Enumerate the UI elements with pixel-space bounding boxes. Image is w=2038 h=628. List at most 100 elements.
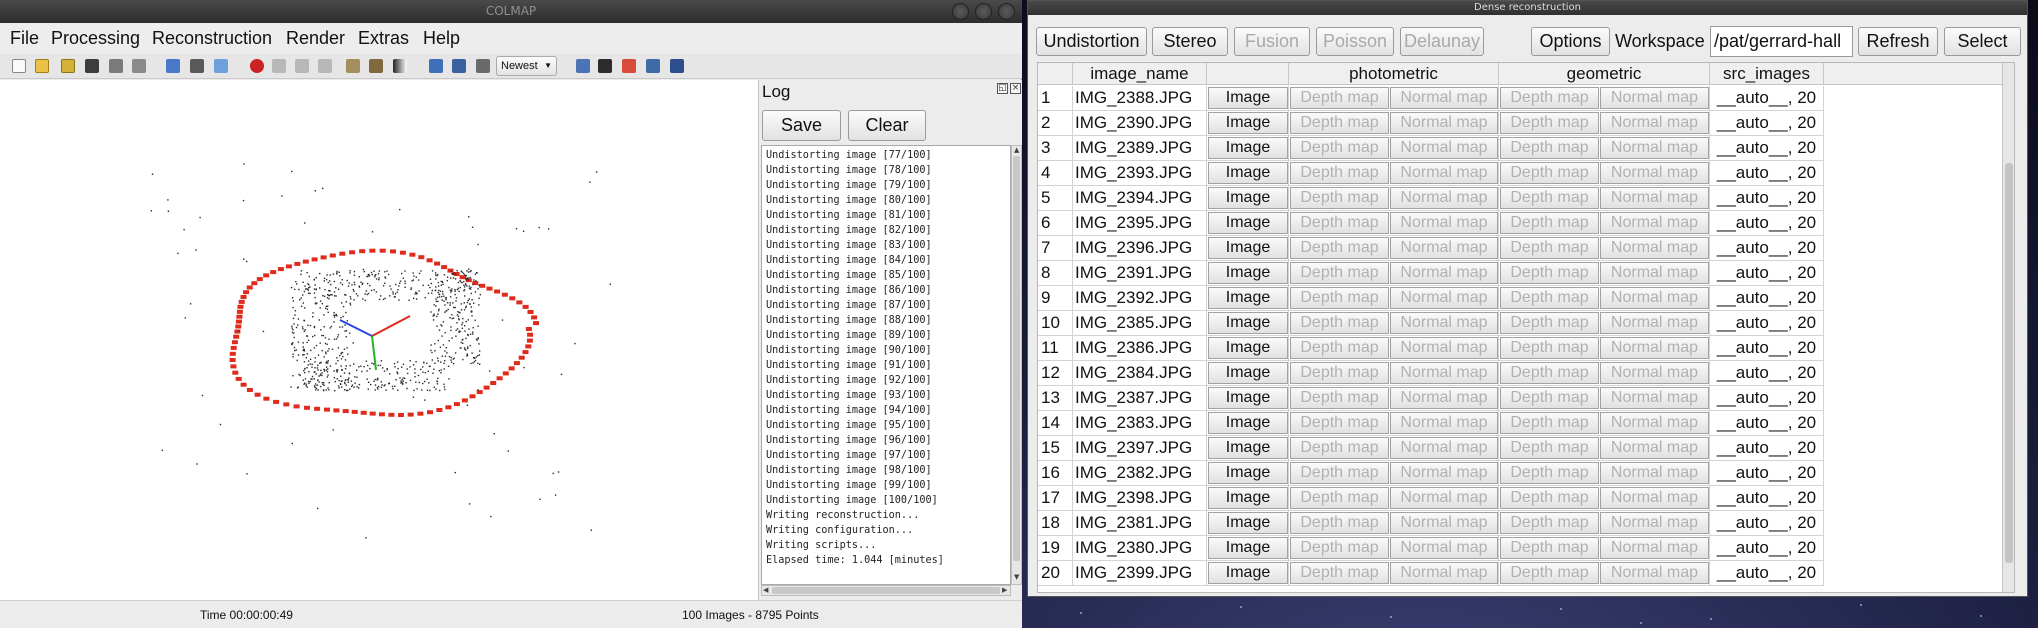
log-save-button[interactable]: Save	[762, 110, 841, 141]
geometric-depth-map-button[interactable]: Depth map	[1500, 312, 1599, 334]
match-matrix-icon[interactable]	[598, 59, 612, 73]
geometric-normal-map-button[interactable]: Normal map	[1600, 237, 1709, 259]
photometric-normal-map-button[interactable]: Normal map	[1390, 237, 1498, 259]
photometric-normal-map-button[interactable]: Normal map	[1390, 87, 1498, 109]
image-button[interactable]: Image	[1208, 112, 1288, 134]
geometric-depth-map-button[interactable]: Depth map	[1500, 362, 1599, 384]
reset-icon[interactable]	[346, 59, 360, 73]
photometric-normal-map-button[interactable]: Normal map	[1390, 387, 1498, 409]
image-button[interactable]: Image	[1208, 362, 1288, 384]
geometric-depth-map-button[interactable]: Depth map	[1500, 262, 1599, 284]
import-icon[interactable]	[109, 59, 123, 73]
log-clear-button[interactable]: Clear	[848, 110, 926, 141]
stereo-button[interactable]: Stereo	[1152, 27, 1228, 56]
geometric-normal-map-button[interactable]: Normal map	[1600, 112, 1709, 134]
geometric-depth-map-button[interactable]: Depth map	[1500, 87, 1599, 109]
menu-extras[interactable]: Extras	[358, 28, 409, 49]
photometric-depth-map-button[interactable]: Depth map	[1290, 112, 1389, 134]
poisson-button[interactable]: Poisson	[1316, 27, 1394, 56]
play-icon[interactable]	[272, 59, 286, 73]
log-text-area[interactable]: Undistorting image [77/100] Undistorting …	[761, 145, 1011, 585]
geometric-normal-map-button[interactable]: Normal map	[1600, 362, 1709, 384]
image-button[interactable]: Image	[1208, 537, 1288, 559]
close-window-icon[interactable]	[998, 3, 1015, 20]
bundle-adjust-icon[interactable]	[369, 59, 383, 73]
image-button[interactable]: Image	[1208, 562, 1288, 584]
photometric-depth-map-button[interactable]: Depth map	[1290, 212, 1389, 234]
photometric-normal-map-button[interactable]: Normal map	[1390, 212, 1498, 234]
photometric-depth-map-button[interactable]: Depth map	[1290, 287, 1389, 309]
feature-extraction-icon[interactable]	[166, 59, 180, 73]
image-button[interactable]: Image	[1208, 312, 1288, 334]
geometric-normal-map-button[interactable]: Normal map	[1600, 137, 1709, 159]
geometric-depth-map-button[interactable]: Depth map	[1500, 112, 1599, 134]
photometric-normal-map-button[interactable]: Normal map	[1390, 562, 1498, 584]
scrollbar-thumb[interactable]	[772, 587, 1000, 594]
photometric-depth-map-button[interactable]: Depth map	[1290, 562, 1389, 584]
geometric-depth-map-button[interactable]: Depth map	[1500, 437, 1599, 459]
geometric-normal-map-button[interactable]: Normal map	[1600, 537, 1709, 559]
photometric-depth-map-button[interactable]: Depth map	[1290, 487, 1389, 509]
photometric-depth-map-button[interactable]: Depth map	[1290, 537, 1389, 559]
geometric-normal-map-button[interactable]: Normal map	[1600, 512, 1709, 534]
export-icon[interactable]	[132, 59, 146, 73]
photometric-normal-map-button[interactable]: Normal map	[1390, 287, 1498, 309]
photometric-depth-map-button[interactable]: Depth map	[1290, 262, 1389, 284]
geometric-normal-map-button[interactable]: Normal map	[1600, 562, 1709, 584]
image-button[interactable]: Image	[1208, 237, 1288, 259]
geometric-normal-map-button[interactable]: Normal map	[1600, 162, 1709, 184]
geometric-depth-map-button[interactable]: Depth map	[1500, 462, 1599, 484]
geometric-normal-map-button[interactable]: Normal map	[1600, 487, 1709, 509]
window-icon[interactable]	[670, 59, 684, 73]
photometric-depth-map-button[interactable]: Depth map	[1290, 137, 1389, 159]
image-button[interactable]: Image	[1208, 162, 1288, 184]
photometric-normal-map-button[interactable]: Normal map	[1390, 137, 1498, 159]
maximize-window-icon[interactable]	[975, 3, 992, 20]
image-button[interactable]: Image	[1208, 437, 1288, 459]
geometric-normal-map-button[interactable]: Normal map	[1600, 437, 1709, 459]
photometric-normal-map-button[interactable]: Normal map	[1390, 312, 1498, 334]
window-titlebar[interactable]: COLMAP	[0, 0, 1022, 23]
menu-render[interactable]: Render	[286, 28, 345, 49]
photometric-depth-map-button[interactable]: Depth map	[1290, 437, 1389, 459]
dense-reconstruction-icon[interactable]	[452, 59, 466, 73]
menu-file[interactable]: File	[10, 28, 39, 49]
photometric-depth-map-button[interactable]: Depth map	[1290, 512, 1389, 534]
geometric-depth-map-button[interactable]: Depth map	[1500, 237, 1599, 259]
3d-viewport[interactable]	[0, 80, 758, 600]
geometric-normal-map-button[interactable]: Normal map	[1600, 387, 1709, 409]
photometric-depth-map-button[interactable]: Depth map	[1290, 87, 1389, 109]
workspace-path-field[interactable]: /pat/gerrard-hall	[1710, 26, 1853, 57]
model-manager-icon[interactable]	[429, 59, 443, 73]
start-reconstruction-icon[interactable]	[250, 59, 264, 73]
photometric-normal-map-button[interactable]: Normal map	[1390, 437, 1498, 459]
geometric-depth-map-button[interactable]: Depth map	[1500, 562, 1599, 584]
geometric-depth-map-button[interactable]: Depth map	[1500, 337, 1599, 359]
photometric-normal-map-button[interactable]: Normal map	[1390, 112, 1498, 134]
image-button[interactable]: Image	[1208, 187, 1288, 209]
geometric-normal-map-button[interactable]: Normal map	[1600, 337, 1709, 359]
float-dock-icon[interactable]: ◱	[997, 83, 1008, 94]
photometric-normal-map-button[interactable]: Normal map	[1390, 187, 1498, 209]
photometric-normal-map-button[interactable]: Normal map	[1390, 512, 1498, 534]
geometric-normal-map-button[interactable]: Normal map	[1600, 462, 1709, 484]
geometric-depth-map-button[interactable]: Depth map	[1500, 187, 1599, 209]
log-horizontal-scrollbar[interactable]: ◀ ▶	[761, 585, 1011, 596]
photometric-depth-map-button[interactable]: Depth map	[1290, 362, 1389, 384]
geometric-normal-map-button[interactable]: Normal map	[1600, 312, 1709, 334]
scroll-left-icon[interactable]: ◀	[763, 586, 768, 594]
scroll-down-icon[interactable]: ▼	[1014, 573, 1019, 581]
delaunay-button[interactable]: Delaunay	[1400, 27, 1484, 56]
image-button[interactable]: Image	[1208, 487, 1288, 509]
geometric-depth-map-button[interactable]: Depth map	[1500, 137, 1599, 159]
render-options-icon[interactable]	[393, 59, 407, 73]
pause-icon[interactable]	[318, 59, 332, 73]
fusion-button[interactable]: Fusion	[1234, 27, 1310, 56]
image-button[interactable]: Image	[1208, 212, 1288, 234]
image-button[interactable]: Image	[1208, 262, 1288, 284]
geometric-normal-map-button[interactable]: Normal map	[1600, 212, 1709, 234]
geometric-depth-map-button[interactable]: Depth map	[1500, 287, 1599, 309]
image-button[interactable]: Image	[1208, 512, 1288, 534]
undistortion-button[interactable]: Undistortion	[1036, 27, 1147, 56]
image-button[interactable]: Image	[1208, 462, 1288, 484]
